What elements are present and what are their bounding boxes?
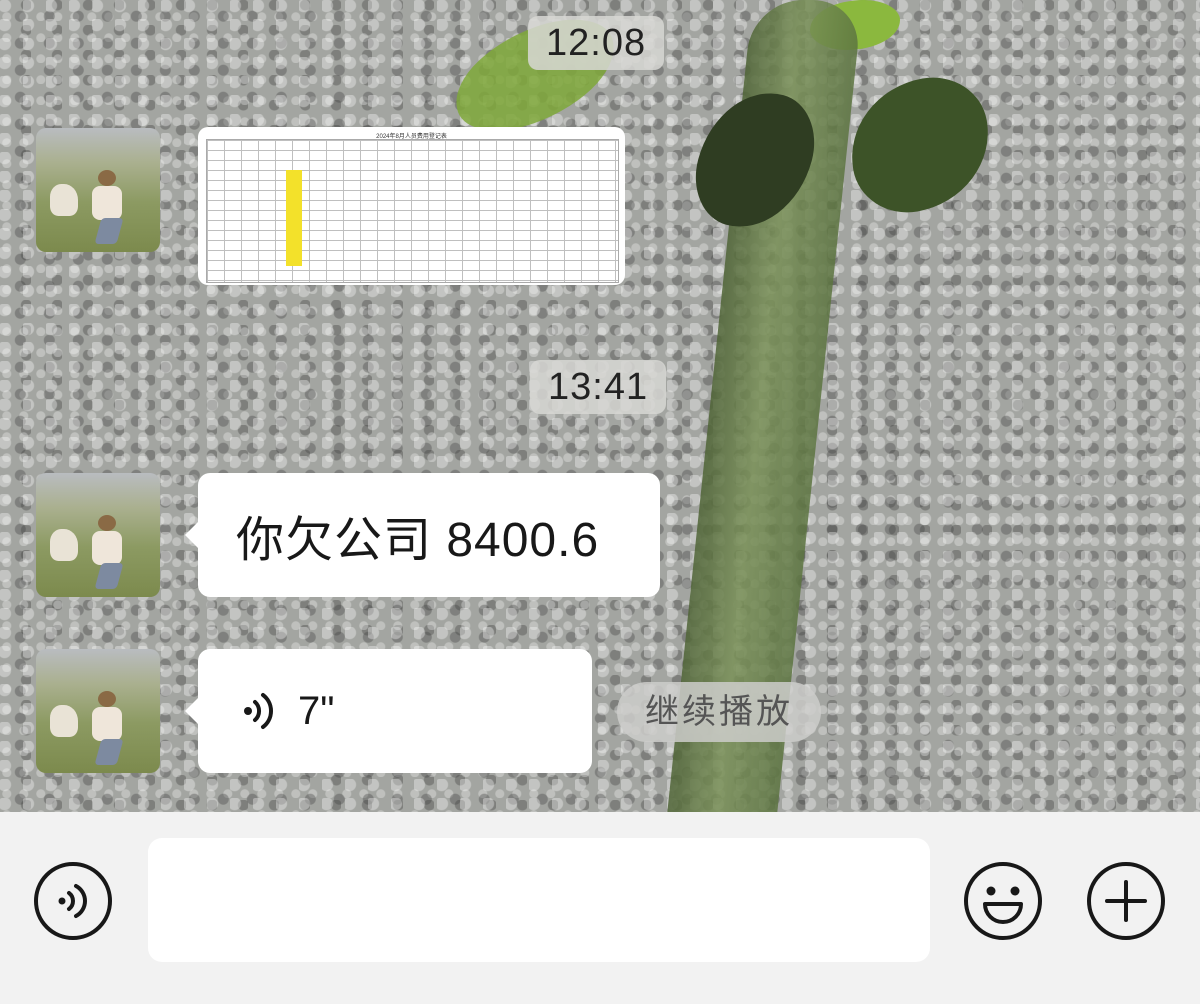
voice-mode-icon[interactable] — [32, 860, 114, 942]
spreadsheet-image-message[interactable]: 2024年8月人员费用登记表 — [198, 127, 625, 285]
sender-avatar[interactable] — [36, 473, 160, 597]
sender-avatar[interactable] — [36, 649, 160, 773]
chat-input-bar — [0, 812, 1200, 1004]
sheet-highlight-column — [286, 170, 302, 266]
voice-wave-icon — [244, 693, 273, 729]
timestamp: 12:08 — [528, 16, 665, 70]
continue-playing-button[interactable]: 继续播放 — [617, 682, 821, 742]
text-message-bubble[interactable]: 你欠公司 8400.6 — [185, 473, 660, 597]
sheet-grid — [206, 139, 619, 283]
plus-icon[interactable] — [1085, 860, 1167, 942]
sender-avatar[interactable] — [36, 128, 160, 252]
voice-message-bubble[interactable]: 7" — [185, 649, 592, 773]
background-leaf — [839, 68, 1001, 222]
message-input[interactable] — [148, 838, 930, 962]
emoji-icon[interactable] — [962, 860, 1044, 942]
voice-duration: 7" — [298, 688, 335, 733]
message-text: 你欠公司 8400.6 — [236, 514, 600, 567]
timestamp: 13:41 — [530, 360, 667, 414]
